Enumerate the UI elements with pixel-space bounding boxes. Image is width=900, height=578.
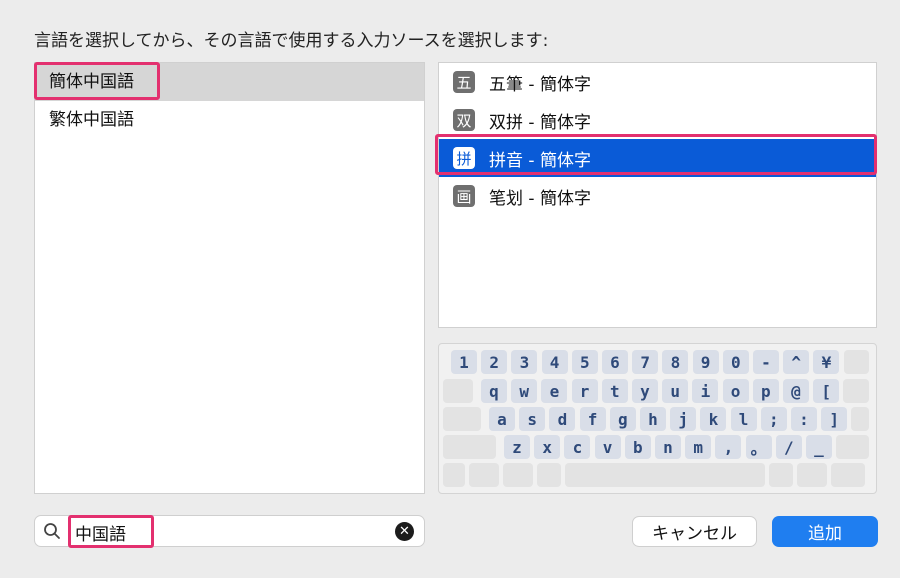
language-item-traditional-chinese[interactable]: 繁体中国語 [35, 101, 424, 139]
keyboard-key: y [632, 379, 658, 403]
source-label: 五筆 - 簡体字 [489, 74, 591, 95]
stroke-icon: 画 [453, 185, 475, 207]
keyboard-key: @ [783, 379, 809, 403]
keyboard-key: a [489, 407, 515, 431]
keyboard-key-blank [843, 350, 869, 374]
instruction-text: 言語を選択してから、その言語で使用する入力ソースを選択します: [34, 31, 549, 51]
keyboard-key: 。 [745, 435, 772, 459]
keyboard-key: p [752, 379, 779, 403]
highlight-box-language [34, 62, 160, 100]
keyboard-key: k [700, 407, 727, 431]
keyboard-key: , [715, 435, 742, 459]
keyboard-key: ^ [783, 350, 810, 374]
source-item-stroke[interactable]: 画 笔划 - 簡体字 [439, 177, 876, 215]
keyboard-key-blank [565, 463, 765, 487]
keyboard-key: [ [813, 379, 840, 403]
keyboard-key: 6 [602, 350, 628, 374]
keyboard-key: 1 [451, 350, 477, 374]
keyboard-key: - [753, 350, 779, 374]
language-list[interactable]: 簡体中国語 繁体中国語 [34, 62, 425, 494]
keyboard-key: 7 [632, 350, 659, 374]
keyboard-key: z [504, 435, 530, 459]
keyboard-key: b [624, 435, 651, 459]
language-label: 繁体中国語 [49, 110, 134, 130]
keyboard-key: l [730, 407, 757, 431]
keyboard-key: ; [760, 407, 787, 431]
keyboard-key: j [670, 407, 697, 431]
keyboard-key: c [564, 435, 591, 459]
highlight-box-search [68, 515, 154, 548]
keyboard-key-blank [503, 463, 533, 487]
highlight-box-source [435, 134, 877, 175]
keyboard-key-blank [836, 435, 869, 459]
keyboard-key: 8 [662, 350, 689, 374]
shuangpin-icon: 双 [453, 109, 475, 131]
keyboard-key-blank [443, 379, 473, 403]
keyboard-key: 4 [541, 350, 568, 374]
keyboard-key: s [519, 407, 546, 431]
add-input-source-dialog: 言語を選択してから、その言語で使用する入力ソースを選択します: 簡体中国語 繁体… [0, 0, 900, 578]
keyboard-key: x [534, 435, 561, 459]
keyboard-key: r [571, 379, 598, 403]
keyboard-key: e [541, 379, 568, 403]
keyboard-key-blank [851, 407, 869, 431]
keyboard-key: ¥ [813, 350, 840, 374]
keyboard-key-blank [443, 463, 465, 487]
keyboard-key: t [601, 379, 628, 403]
keyboard-preview: 1 2 3 4 5 6 7 8 9 0- ^ ¥ q w e r t y u i o p @[ a s d f g h j k l;:] z x c… [438, 343, 877, 494]
clear-icon[interactable]: ✕ [395, 522, 414, 541]
wubi-icon: 五 [453, 71, 475, 93]
keyboard-key: u [662, 379, 689, 403]
keyboard-key: d [549, 407, 576, 431]
keyboard-key: 5 [571, 350, 598, 374]
keyboard-key: q [481, 379, 507, 403]
keyboard-key: / [775, 435, 802, 459]
keyboard-key: o [722, 379, 749, 403]
cancel-button[interactable]: キャンセル [632, 516, 757, 547]
keyboard-key: n [655, 435, 681, 459]
keyboard-key-blank [443, 435, 496, 459]
input-source-list[interactable]: 五 五筆 - 簡体字 双 双拼 - 簡体字 拼 拼音 - 簡体字 画 笔划 - … [438, 62, 877, 328]
source-label: 双拼 - 簡体字 [489, 112, 591, 133]
keyboard-key: : [791, 407, 817, 431]
keyboard-key: v [594, 435, 621, 459]
keyboard-key: _ [806, 435, 832, 459]
source-label: 笔划 - 簡体字 [489, 188, 591, 209]
keyboard-key: h [640, 407, 666, 431]
search-icon [44, 523, 60, 539]
keyboard-key: ] [821, 407, 848, 431]
add-button[interactable]: 追加 [772, 516, 878, 547]
keyboard-key-blank [769, 463, 793, 487]
keyboard-key: 0 [722, 350, 749, 374]
keyboard-key: 2 [481, 350, 508, 374]
keyboard-key: m [685, 435, 712, 459]
keyboard-key-blank [831, 463, 865, 487]
keyboard-key: 3 [511, 350, 538, 374]
keyboard-key: 9 [692, 350, 719, 374]
keyboard-key: g [609, 407, 636, 431]
keyboard-key: i [692, 379, 719, 403]
source-item-wubi[interactable]: 五 五筆 - 簡体字 [439, 63, 876, 101]
keyboard-key-blank [843, 379, 869, 403]
keyboard-key-blank [797, 463, 827, 487]
keyboard-key-blank [537, 463, 561, 487]
keyboard-key: w [511, 379, 538, 403]
keyboard-key: f [579, 407, 606, 431]
keyboard-key-blank [469, 463, 499, 487]
keyboard-key-blank [443, 407, 481, 431]
